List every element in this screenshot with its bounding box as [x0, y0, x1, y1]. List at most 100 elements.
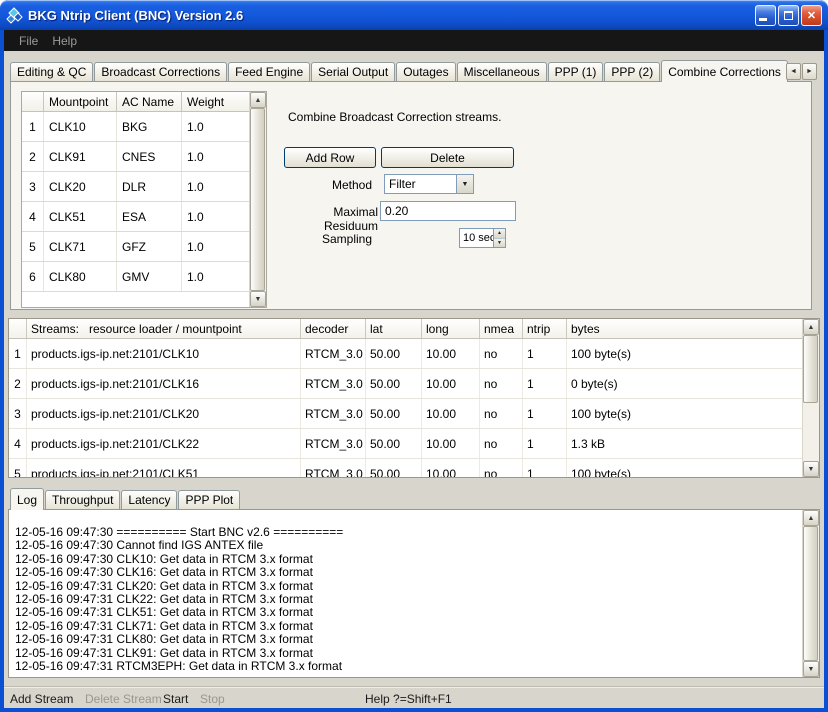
minimize-button[interactable]	[755, 5, 776, 26]
tab-ppp-plot[interactable]: PPP Plot	[178, 490, 240, 509]
tab-ppp-1[interactable]: PPP (1)	[548, 62, 604, 81]
scrollbar-track[interactable]	[803, 335, 819, 461]
decoder-cell[interactable]: RTCM_3.0	[301, 369, 366, 398]
lat-cell[interactable]: 50.00	[366, 459, 422, 477]
tab-outages[interactable]: Outages	[396, 62, 455, 81]
table-row[interactable]: 3 CLK20 DLR 1.0	[22, 172, 249, 202]
long-cell[interactable]: 10.00	[422, 459, 480, 477]
bytes-cell[interactable]: 100 byte(s)	[567, 399, 802, 428]
scroll-down-button[interactable]: ▼	[803, 461, 819, 477]
stream-row[interactable]: 1 products.igs-ip.net:2101/CLK10 RTCM_3.…	[9, 339, 802, 369]
weight-cell[interactable]: 1.0	[182, 232, 249, 261]
table-row[interactable]: 4 CLK51 ESA 1.0	[22, 202, 249, 232]
tab-scroll-left-button[interactable]: ◄	[786, 63, 801, 80]
scroll-up-button[interactable]: ▲	[803, 319, 819, 335]
tab-serial-output[interactable]: Serial Output	[311, 62, 395, 81]
weight-cell[interactable]: 1.0	[182, 202, 249, 231]
tab-broadcast-corrections[interactable]: Broadcast Corrections	[94, 62, 227, 81]
tab-latency[interactable]: Latency	[121, 490, 177, 509]
nmea-cell[interactable]: no	[480, 429, 523, 458]
header-ntrip[interactable]: ntrip	[523, 319, 567, 338]
spin-down-icon[interactable]: ▼	[494, 238, 505, 248]
ntrip-cell[interactable]: 1	[523, 339, 567, 368]
resource-cell[interactable]: products.igs-ip.net:2101/CLK22	[27, 429, 301, 458]
weight-cell[interactable]: 1.0	[182, 142, 249, 171]
decoder-cell[interactable]: RTCM_3.0	[301, 459, 366, 477]
stream-row[interactable]: 4 products.igs-ip.net:2101/CLK22 RTCM_3.…	[9, 429, 802, 459]
ac-name-cell[interactable]: DLR	[117, 172, 182, 201]
log-scrollbar[interactable]: ▲ ▼	[802, 510, 819, 677]
close-button[interactable]: ✕	[801, 5, 822, 26]
header-bytes[interactable]: bytes	[567, 319, 802, 338]
scroll-up-button[interactable]: ▲	[250, 92, 266, 108]
scroll-up-button[interactable]: ▲	[803, 510, 819, 526]
tab-ppp-2[interactable]: PPP (2)	[604, 62, 660, 81]
start-action[interactable]: Start	[163, 692, 188, 706]
ac-name-cell[interactable]: GFZ	[117, 232, 182, 261]
decoder-cell[interactable]: RTCM_3.0	[301, 399, 366, 428]
scroll-down-button[interactable]: ▼	[250, 291, 266, 307]
stream-row[interactable]: 3 products.igs-ip.net:2101/CLK20 RTCM_3.…	[9, 399, 802, 429]
table-row[interactable]: 1 CLK10 BKG 1.0	[22, 112, 249, 142]
add-stream-action[interactable]: Add Stream	[10, 692, 73, 706]
header-mountpoint[interactable]: Mountpoint	[44, 92, 117, 111]
menu-help[interactable]: Help	[45, 34, 84, 48]
maximize-button[interactable]	[778, 5, 799, 26]
combine-table-scrollbar[interactable]: ▲ ▼	[249, 92, 266, 307]
ntrip-cell[interactable]: 1	[523, 459, 567, 477]
delete-button[interactable]: Delete	[381, 147, 514, 168]
weight-cell[interactable]: 1.0	[182, 262, 249, 291]
chevron-down-icon[interactable]: ▼	[456, 175, 473, 193]
delete-stream-action[interactable]: Delete Stream	[85, 692, 162, 706]
weight-cell[interactable]: 1.0	[182, 172, 249, 201]
mountpoint-cell[interactable]: CLK51	[44, 202, 117, 231]
scrollbar-thumb[interactable]	[250, 108, 265, 291]
ac-name-cell[interactable]: CNES	[117, 142, 182, 171]
lat-cell[interactable]: 50.00	[366, 429, 422, 458]
lat-cell[interactable]: 50.00	[366, 399, 422, 428]
ntrip-cell[interactable]: 1	[523, 399, 567, 428]
decoder-cell[interactable]: RTCM_3.0	[301, 339, 366, 368]
nmea-cell[interactable]: no	[480, 459, 523, 477]
bytes-cell[interactable]: 100 byte(s)	[567, 459, 802, 477]
nmea-cell[interactable]: no	[480, 369, 523, 398]
stream-row[interactable]: 2 products.igs-ip.net:2101/CLK16 RTCM_3.…	[9, 369, 802, 399]
tab-scroll-right-button[interactable]: ►	[802, 63, 817, 80]
ac-name-cell[interactable]: BKG	[117, 112, 182, 141]
long-cell[interactable]: 10.00	[422, 339, 480, 368]
decoder-cell[interactable]: RTCM_3.0	[301, 429, 366, 458]
stop-action[interactable]: Stop	[200, 692, 225, 706]
scrollbar-track[interactable]	[803, 526, 819, 661]
menu-file[interactable]: File	[12, 34, 45, 48]
resource-cell[interactable]: products.igs-ip.net:2101/CLK16	[27, 369, 301, 398]
weight-cell[interactable]: 1.0	[182, 112, 249, 141]
header-weight[interactable]: Weight	[182, 92, 249, 111]
sampling-spinner[interactable]: 10 sec ▲ ▼	[459, 228, 506, 248]
bytes-cell[interactable]: 1.3 kB	[567, 429, 802, 458]
streams-scrollbar[interactable]: ▲ ▼	[802, 319, 819, 477]
header-decoder[interactable]: decoder	[301, 319, 366, 338]
long-cell[interactable]: 10.00	[422, 429, 480, 458]
table-row[interactable]: 5 CLK71 GFZ 1.0	[22, 232, 249, 262]
long-cell[interactable]: 10.00	[422, 399, 480, 428]
lat-cell[interactable]: 50.00	[366, 339, 422, 368]
resource-cell[interactable]: products.igs-ip.net:2101/CLK10	[27, 339, 301, 368]
nmea-cell[interactable]: no	[480, 399, 523, 428]
scrollbar-track[interactable]	[250, 108, 266, 291]
method-dropdown[interactable]: Filter ▼	[384, 174, 474, 194]
scroll-down-button[interactable]: ▼	[803, 661, 819, 677]
lat-cell[interactable]: 50.00	[366, 369, 422, 398]
ntrip-cell[interactable]: 1	[523, 369, 567, 398]
table-row[interactable]: 2 CLK91 CNES 1.0	[22, 142, 249, 172]
tab-combine-corrections[interactable]: Combine Corrections	[661, 60, 788, 82]
ac-name-cell[interactable]: ESA	[117, 202, 182, 231]
nmea-cell[interactable]: no	[480, 339, 523, 368]
ac-name-cell[interactable]: GMV	[117, 262, 182, 291]
scrollbar-thumb[interactable]	[803, 335, 818, 403]
tab-log[interactable]: Log	[10, 488, 44, 510]
long-cell[interactable]: 10.00	[422, 369, 480, 398]
tab-editing-qc[interactable]: Editing & QC	[10, 62, 93, 81]
mountpoint-cell[interactable]: CLK91	[44, 142, 117, 171]
header-lat[interactable]: lat	[366, 319, 422, 338]
add-row-button[interactable]: Add Row	[284, 147, 376, 168]
